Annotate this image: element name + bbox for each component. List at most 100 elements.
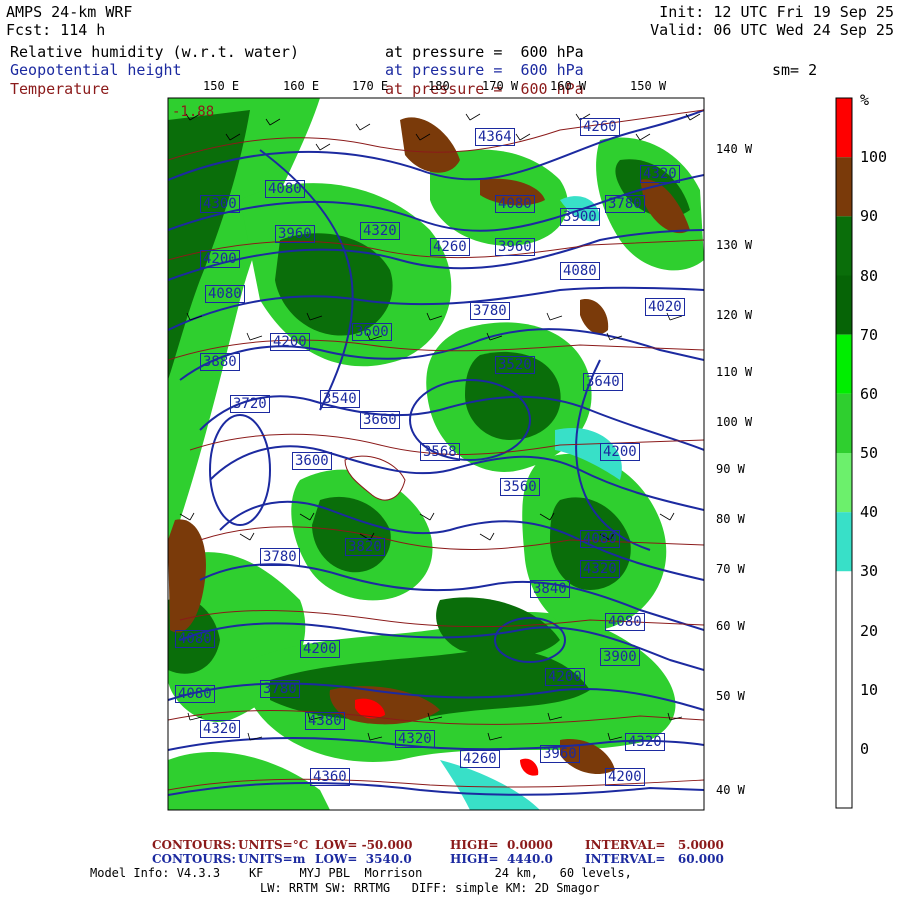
lon-label-right: 80 W [716, 512, 745, 526]
lon-label-right: 70 W [716, 562, 745, 576]
height-contour-label: 4080 [495, 195, 535, 213]
height-contour-label: 4200 [270, 333, 310, 351]
height-contour-label: 4200 [200, 250, 240, 268]
lon-label-top: 180 [428, 79, 450, 93]
height-contour-label: 4300 [200, 195, 240, 213]
lon-label-right: 90 W [716, 462, 745, 476]
colorbar-label: 90 [860, 207, 879, 226]
height-contour-label: 3640 [583, 373, 623, 391]
height-contour-label: 3540 [320, 390, 360, 408]
height-contour-label: 3960 [495, 238, 535, 256]
forecast-hour: Fcst: 114 h [6, 21, 106, 39]
lon-label-right: 40 W [716, 783, 745, 797]
height-contour-label: 3960 [540, 745, 580, 763]
colorbar-unit: % [860, 91, 870, 109]
colorbar-swatch [836, 98, 852, 158]
lon-label-top: 170 W [482, 79, 519, 93]
lon-label-right: 110 W [716, 365, 753, 379]
height-contour-label: 4320 [360, 222, 400, 240]
colorbar-label: 70 [860, 325, 879, 344]
colorbar-label: 40 [860, 503, 879, 522]
height-contour-label: 4260 [460, 750, 500, 768]
height-contour-label: 4320 [580, 560, 620, 578]
model-info: Model Info: V4.3.3 KF MYJ PBL Morrison 2… [90, 866, 632, 880]
height-contour-label: 4200 [600, 443, 640, 461]
field-rh-level: at pressure = 600 hPa [385, 43, 584, 61]
lon-label-top: 160 W [550, 79, 587, 93]
colorbar-swatch [836, 748, 852, 808]
height-contour-label: 4200 [300, 640, 340, 658]
colorbar-swatch [836, 334, 852, 394]
colorbar-label: 60 [860, 384, 879, 403]
colorbar-label: 0 [860, 739, 870, 758]
lon-label-right: 120 W [716, 308, 753, 322]
field-height-name: Geopotential height [10, 61, 182, 79]
colorbar-label: 20 [860, 621, 879, 640]
colorbar-label: 10 [860, 680, 879, 699]
init-time: Init: 12 UTC Fri 19 Sep 25 [659, 3, 894, 21]
colorbar-swatch [836, 689, 852, 749]
temp-high: HIGH= 0.0000 [450, 838, 553, 852]
height-contour-label: 4080 [580, 530, 620, 548]
height-contour-label: 4320 [625, 733, 665, 751]
height-contour-label: 3600 [352, 323, 392, 341]
height-interval: INTERVAL= 60.000 [585, 852, 724, 866]
lon-label-right: 100 W [716, 415, 753, 429]
height-contour-label: 3780 [470, 302, 510, 320]
height-contour-label: 3780 [260, 680, 300, 698]
height-contour-label: 4020 [645, 298, 685, 316]
colorbar-swatch [836, 157, 852, 217]
height-contour-label: 3660 [360, 411, 400, 429]
physics-info: LW: RRTM SW: RRTMG DIFF: simple KM: 2D S… [260, 881, 600, 895]
lon-label-right: 60 W [716, 619, 745, 633]
height-contour-label: 4080 [265, 180, 305, 198]
height-contour-label: 3520 [495, 356, 535, 374]
height-contour-label: 4200 [605, 768, 645, 786]
lon-label-top: 170 E [352, 79, 389, 93]
height-contour-label: 4080 [560, 262, 600, 280]
height-contour-label: 4320 [395, 730, 435, 748]
colorbar-label: 30 [860, 562, 879, 581]
valid-time: Valid: 06 UTC Wed 24 Sep 25 [650, 21, 894, 39]
colorbar-swatch [836, 630, 852, 690]
height-contour-label: 3720 [230, 395, 270, 413]
field-height-level: at pressure = 600 hPa [385, 61, 584, 79]
height-contour-label: 4380 [305, 712, 345, 730]
colorbar-swatch [836, 453, 852, 513]
height-contour-label: 4320 [200, 720, 240, 738]
height-contour-label: 3560 [500, 478, 540, 496]
height-contour-label: 3900 [600, 648, 640, 666]
height-high: HIGH= 4440.0 [450, 852, 553, 866]
lon-label-right: 50 W [716, 689, 745, 703]
height-contour-label: 4080 [175, 630, 215, 648]
lon-label-right: 140 W [716, 142, 753, 156]
lon-label-top: 150 E [203, 79, 240, 93]
lon-label-top: 160 E [283, 79, 320, 93]
height-contour-label: 3600 [292, 452, 332, 470]
colorbar-swatch [836, 216, 852, 276]
temp-contours-label: CONTOURS: [152, 838, 236, 852]
height-contour-label: 3780 [260, 548, 300, 566]
colorbar-swatch [836, 512, 852, 572]
temperature-contour-label: -1.88 [172, 104, 215, 120]
lon-label-right: 130 W [716, 238, 753, 252]
height-contour-label: 4200 [545, 668, 585, 686]
height-contour-label: 3880 [200, 353, 240, 371]
height-contour-label: 4080 [175, 685, 215, 703]
colorbar-swatch [836, 571, 852, 631]
colorbar-label: 80 [860, 266, 879, 285]
height-contour-label: 4320 [640, 165, 680, 183]
humidity-colorbar [835, 97, 853, 809]
height-contour-label: 3840 [530, 580, 570, 598]
model-title: AMPS 24-km WRF [6, 3, 133, 21]
height-contour-label: 4364 [475, 128, 515, 146]
height-contour-label: 4260 [580, 118, 620, 136]
height-contours-label: CONTOURS: [152, 852, 236, 866]
temp-low: LOW= -50.000 [315, 838, 413, 852]
height-contour-label: 4080 [605, 613, 645, 631]
height-contour-label: 3960 [275, 225, 315, 243]
colorbar-label: 50 [860, 444, 879, 462]
height-contour-label: 4360 [310, 768, 350, 786]
colorbar-label: 100 [860, 148, 888, 167]
temp-units: UNITS=°C [238, 838, 309, 852]
